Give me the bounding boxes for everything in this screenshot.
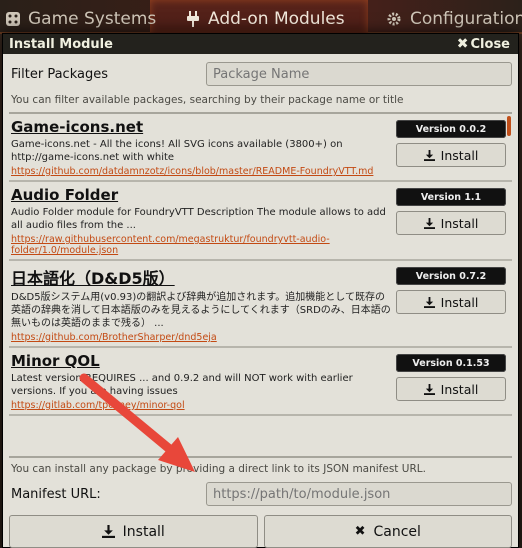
package-actions: Version 0.7.2 Install bbox=[396, 267, 506, 314]
filter-hint: You can filter available packages, searc… bbox=[9, 94, 512, 114]
package-actions: Version 0.1.53 Install bbox=[396, 354, 506, 401]
setup-tab-bar: Game Systems Add-on Modules Configuratio… bbox=[0, 0, 522, 34]
dialog-content: Filter Packages You can filter available… bbox=[3, 54, 518, 548]
close-label: Close bbox=[470, 36, 510, 52]
manifest-row: Manifest URL: bbox=[9, 479, 512, 509]
version-badge: Version 0.0.2 bbox=[396, 120, 506, 138]
download-icon bbox=[101, 525, 115, 538]
version-badge: Version 1.1 bbox=[396, 188, 506, 206]
install-package-button[interactable]: Install bbox=[396, 211, 506, 235]
install-package-button[interactable]: Install bbox=[396, 377, 506, 401]
install-label: Install bbox=[440, 147, 479, 163]
tab-label: Game Systems bbox=[28, 9, 157, 29]
package-title[interactable]: 日本語化（D&D5版） bbox=[11, 265, 392, 289]
install-label: Install bbox=[440, 215, 479, 231]
filter-label: Filter Packages bbox=[11, 66, 108, 82]
install-module-dialog: Install Module ✖ Close Filter Packages Y… bbox=[2, 33, 519, 548]
download-icon bbox=[423, 149, 435, 161]
close-icon: ✖ bbox=[456, 36, 469, 52]
tab-label: Add-on Modules bbox=[208, 9, 345, 29]
dialog-buttons: Install ✖ Cancel bbox=[9, 509, 512, 548]
manifest-hint: You can install any package by providing… bbox=[9, 456, 512, 479]
package-item: Audio Folder Audio Folder module for Fou… bbox=[9, 182, 512, 261]
tab-game-systems[interactable]: Game Systems bbox=[4, 6, 156, 32]
package-title[interactable]: Minor QOL bbox=[11, 352, 392, 370]
dice-icon bbox=[6, 12, 20, 26]
install-label: Install bbox=[122, 523, 165, 540]
package-url-link[interactable]: https://gitlab.com/tposney/minor-qol bbox=[11, 400, 392, 411]
plug-icon bbox=[187, 11, 199, 27]
install-label: Install bbox=[440, 294, 479, 310]
install-package-button[interactable]: Install bbox=[396, 143, 506, 167]
install-label: Install bbox=[440, 381, 479, 397]
package-description: D&D5版システム用(v0.93)の翻訳よび辞典が追加されます。追加機能として既… bbox=[11, 292, 391, 329]
install-package-button[interactable]: Install bbox=[396, 290, 506, 314]
filter-row: Filter Packages bbox=[9, 54, 512, 94]
window-title: Install Module bbox=[9, 36, 113, 52]
close-button[interactable]: ✖ Close bbox=[457, 36, 510, 52]
download-icon bbox=[423, 217, 435, 229]
gears-icon bbox=[387, 12, 401, 26]
cancel-button[interactable]: ✖ Cancel bbox=[263, 515, 512, 548]
tab-configuration[interactable]: Configuration bbox=[386, 6, 522, 32]
tab-label: Configuration bbox=[410, 9, 522, 29]
package-item: Minor QOL Latest version REQUIRES ... an… bbox=[9, 348, 512, 416]
package-item: 日本語化（D&D5版） D&D5版システム用(v0.93)の翻訳よび辞典が追加さ… bbox=[9, 261, 512, 348]
tab-add-on-modules[interactable]: Add-on Modules bbox=[184, 6, 345, 32]
install-button[interactable]: Install bbox=[9, 515, 258, 548]
version-badge: Version 0.7.2 bbox=[396, 267, 506, 285]
package-url-link[interactable]: https://github.com/datdamnzotz/icons/blo… bbox=[11, 166, 392, 177]
package-url-link[interactable]: https://raw.githubusercontent.com/megast… bbox=[11, 234, 392, 256]
window-header[interactable]: Install Module ✖ Close bbox=[3, 34, 518, 54]
cancel-label: Cancel bbox=[373, 523, 421, 540]
close-icon: ✖ bbox=[354, 524, 366, 539]
package-list[interactable]: Game-icons.net Game-icons.net - All the … bbox=[9, 114, 512, 456]
package-filter-input[interactable] bbox=[206, 62, 512, 86]
package-actions: Version 0.0.2 Install bbox=[396, 120, 506, 167]
manifest-label: Manifest URL: bbox=[11, 486, 101, 502]
download-icon bbox=[423, 296, 435, 308]
version-badge: Version 0.1.53 bbox=[396, 354, 506, 372]
package-description: Audio Folder module for FoundryVTT Descr… bbox=[11, 207, 386, 231]
download-icon bbox=[423, 383, 435, 395]
package-title[interactable]: Game-icons.net bbox=[11, 118, 392, 136]
package-url-link[interactable]: https://github.com/BrotherSharper/dnd5ej… bbox=[11, 332, 392, 343]
package-description: Latest version REQUIRES ... and 0.9.2 an… bbox=[11, 373, 353, 397]
package-title[interactable]: Audio Folder bbox=[11, 186, 392, 204]
package-description: Game-icons.net - All the icons! All SVG … bbox=[11, 139, 343, 163]
manifest-url-input[interactable] bbox=[206, 482, 512, 506]
package-item: Game-icons.net Game-icons.net - All the … bbox=[9, 114, 512, 182]
package-actions: Version 1.1 Install bbox=[396, 188, 506, 235]
